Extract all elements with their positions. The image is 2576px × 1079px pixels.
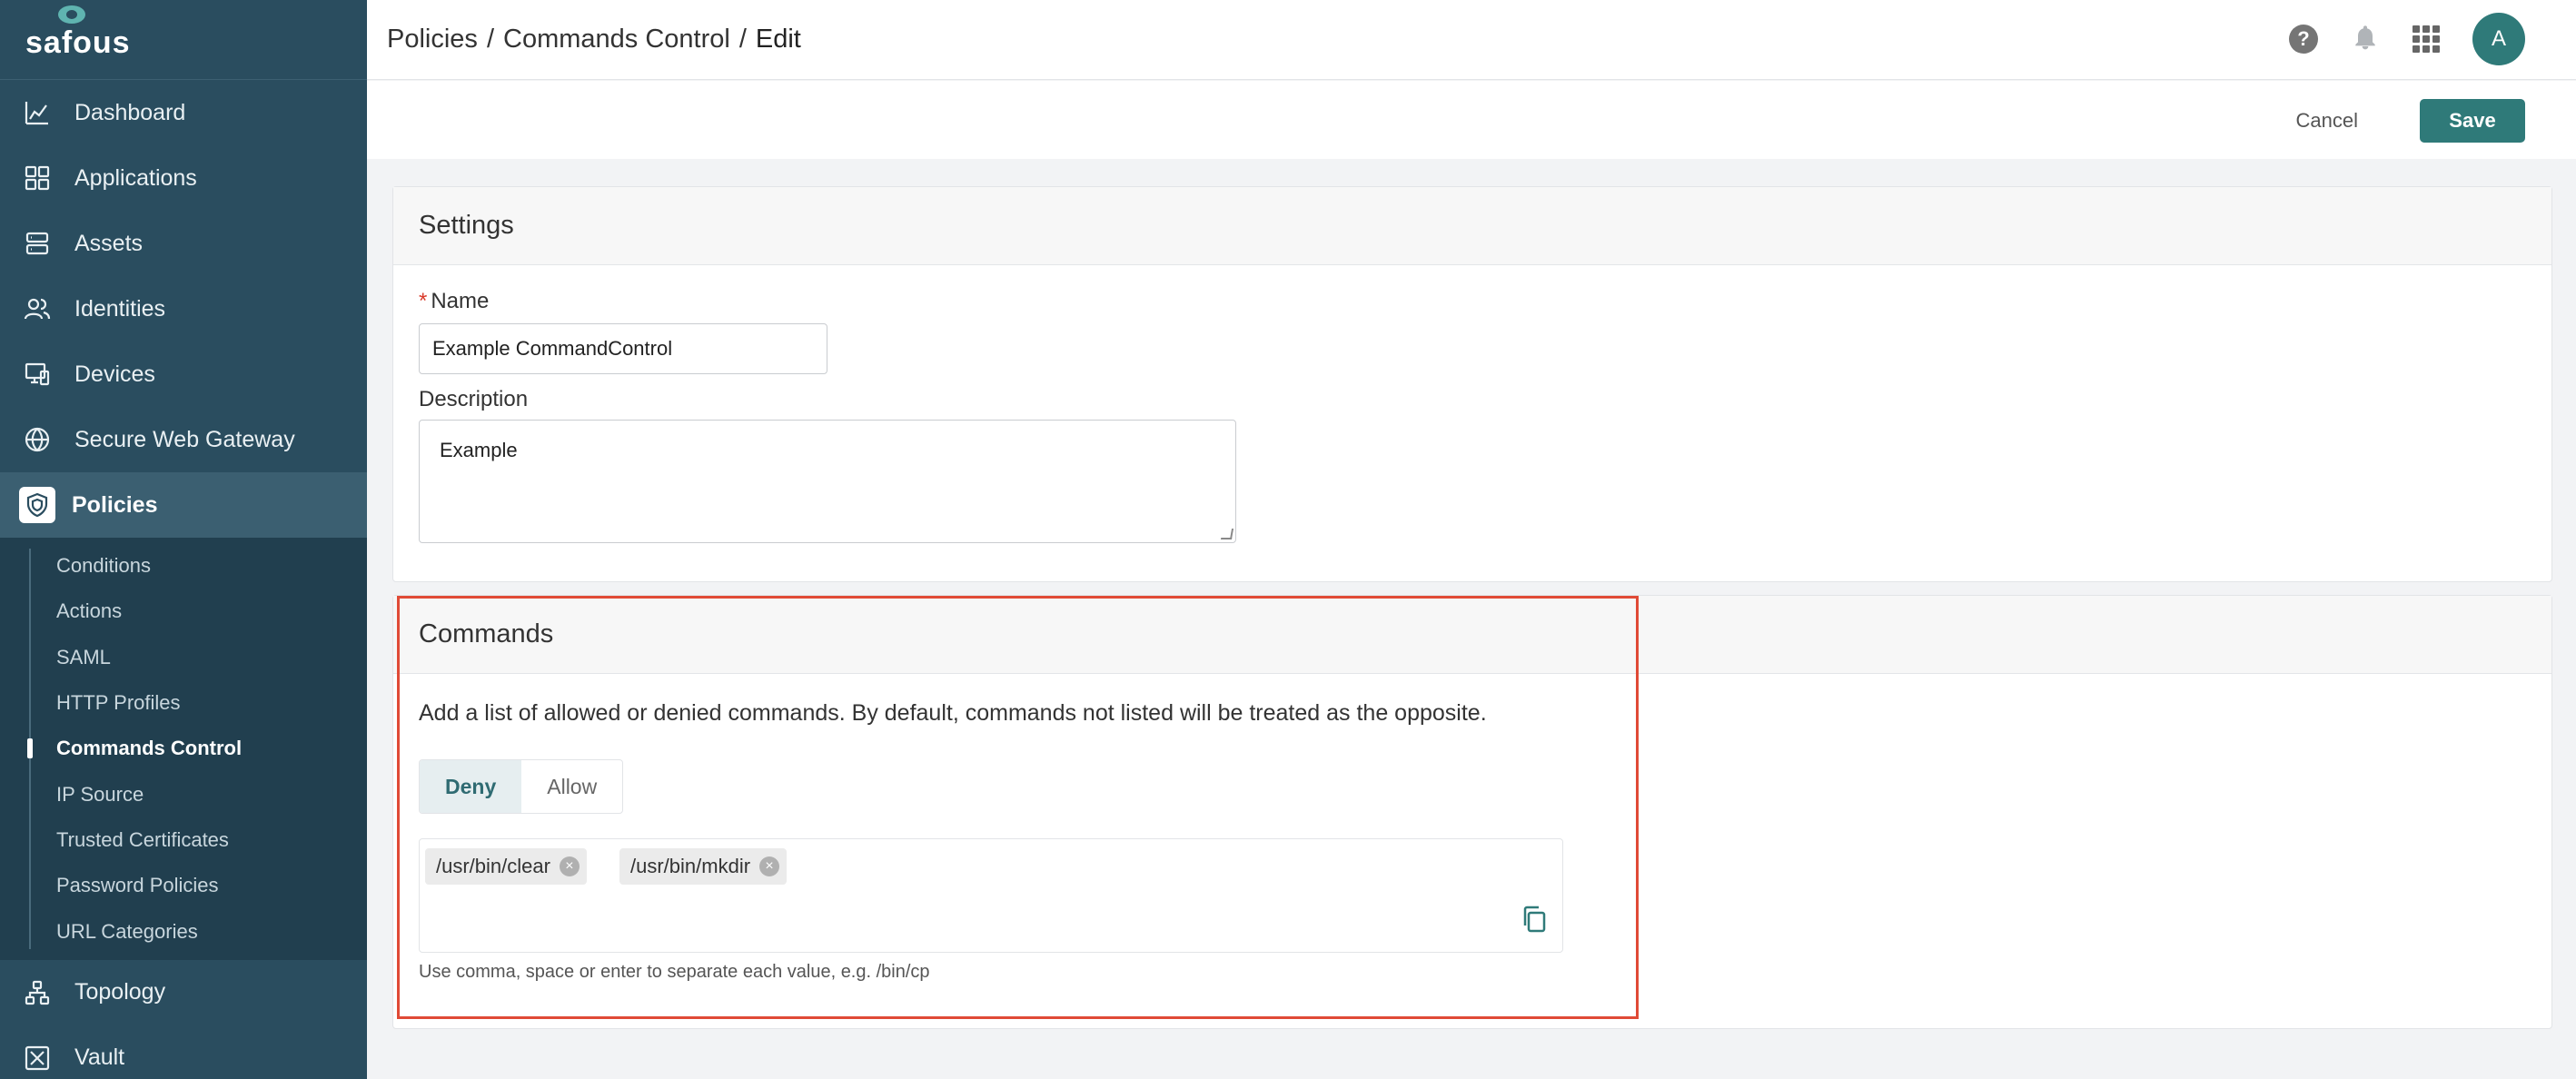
sidebar: safous Dashboard Applications Assets Ide… — [0, 0, 367, 1079]
help-icon[interactable]: ? — [2289, 25, 2318, 54]
subnav-item-commands-control[interactable]: Commands Control — [0, 726, 367, 771]
subnav-item-url-categories[interactable]: URL Categories — [0, 908, 367, 954]
sidebar-item-devices[interactable]: Devices — [0, 342, 367, 407]
commands-card: Commands Add a list of allowed or denied… — [392, 595, 2552, 1029]
commands-tag-input[interactable]: /usr/bin/clear × /usr/bin/mkdir × — [419, 838, 1563, 953]
top-icons: ? A — [2289, 13, 2525, 65]
command-tag-label: /usr/bin/clear — [436, 855, 550, 877]
name-label-text: Name — [431, 289, 490, 313]
breadcrumb-separator: / — [738, 25, 747, 54]
sidebar-item-dashboard[interactable]: Dashboard — [0, 80, 367, 145]
commands-hint: Use comma, space or enter to separate ea… — [419, 962, 930, 982]
deny-toggle-button[interactable]: Deny — [420, 760, 522, 813]
sidebar-item-label: Topology — [74, 979, 166, 1005]
sidebar-item-applications[interactable]: Applications — [0, 145, 367, 211]
globe-icon — [22, 424, 53, 455]
shield-icon — [19, 487, 55, 523]
subnav-item-password-policies[interactable]: Password Policies — [0, 863, 367, 908]
required-mark: * — [419, 289, 428, 313]
server-icon — [22, 228, 53, 259]
subnav-item-ip-source[interactable]: IP Source — [0, 771, 367, 817]
sidebar-item-label: Secure Web Gateway — [74, 426, 295, 452]
sidebar-item-label: Applications — [74, 164, 197, 191]
remove-tag-icon[interactable]: × — [759, 856, 780, 876]
sidebar-item-label: Identities — [74, 295, 166, 322]
breadcrumb-commands-control[interactable]: Commands Control — [503, 25, 730, 54]
sidebar-item-identities[interactable]: Identities — [0, 276, 367, 342]
subnav-item-conditions[interactable]: Conditions — [0, 543, 367, 589]
safous-logo[interactable]: safous — [0, 0, 367, 80]
settings-card: Settings * Name Example CommandControl De… — [392, 186, 2552, 582]
top-bar: Policies / Commands Control / Edit ? A — [367, 0, 2576, 80]
topology-icon — [22, 977, 53, 1008]
logo-text: safous — [25, 25, 131, 60]
allow-toggle-button[interactable]: Allow — [521, 760, 622, 813]
name-input[interactable]: Example CommandControl — [419, 323, 827, 374]
bell-icon[interactable] — [2351, 23, 2380, 56]
mode-toggle: Deny Allow — [419, 759, 624, 814]
policies-subnav: Conditions Actions SAML HTTP Profiles Co… — [0, 538, 367, 960]
sidebar-item-assets[interactable]: Assets — [0, 211, 367, 276]
sidebar-item-label: Vault — [74, 1044, 125, 1071]
subnav-item-http-profiles[interactable]: HTTP Profiles — [0, 680, 367, 726]
sidebar-item-label: Assets — [74, 230, 144, 256]
sidebar-item-label: Dashboard — [74, 99, 186, 125]
breadcrumb-separator: / — [486, 25, 494, 54]
users-icon — [22, 293, 53, 324]
name-label: * Name — [419, 289, 489, 314]
sidebar-item-secure-web-gateway[interactable]: Secure Web Gateway — [0, 407, 367, 472]
sidebar-item-policies[interactable]: Policies — [0, 472, 367, 538]
devices-icon — [22, 359, 53, 390]
remove-tag-icon[interactable]: × — [559, 856, 580, 876]
breadcrumb-policies[interactable]: Policies — [387, 25, 478, 54]
save-button[interactable]: Save — [2420, 99, 2525, 143]
subnav-item-trusted-certificates[interactable]: Trusted Certificates — [0, 817, 367, 863]
sidebar-item-label: Policies — [72, 491, 158, 518]
subnav-item-actions[interactable]: Actions — [0, 589, 367, 634]
commands-title: Commands — [393, 596, 2551, 674]
logo-mark-icon — [58, 5, 85, 24]
cancel-button[interactable]: Cancel — [2280, 101, 2374, 141]
app-launcher-icon[interactable] — [2413, 25, 2440, 53]
description-textarea[interactable]: Example — [419, 420, 1236, 543]
commands-description: Add a list of allowed or denied commands… — [419, 700, 1487, 726]
sidebar-item-topology[interactable]: Topology — [0, 960, 367, 1025]
sidebar-item-vault[interactable]: Vault — [0, 1025, 367, 1079]
breadcrumb-current: Edit — [755, 25, 801, 54]
settings-title: Settings — [393, 187, 2551, 265]
chart-icon — [22, 97, 53, 128]
avatar[interactable]: A — [2472, 13, 2525, 65]
action-bar: Cancel Save — [367, 81, 2576, 159]
copy-icon[interactable] — [1521, 905, 1548, 934]
subnav-item-saml[interactable]: SAML — [0, 635, 367, 680]
command-tag: /usr/bin/mkdir × — [619, 848, 788, 885]
command-tag: /usr/bin/clear × — [425, 848, 587, 885]
description-label: Description — [419, 387, 529, 411]
breadcrumb: Policies / Commands Control / Edit — [387, 25, 801, 54]
command-tag-label: /usr/bin/mkdir — [630, 855, 751, 877]
apps-grid-icon — [22, 163, 53, 193]
sidebar-item-label: Devices — [74, 361, 155, 387]
vault-icon — [22, 1043, 53, 1074]
